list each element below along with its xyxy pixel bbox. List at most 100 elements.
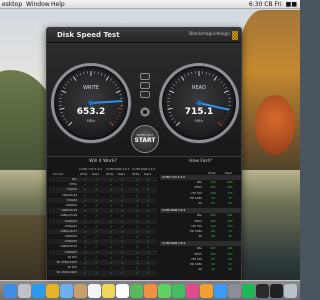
write-gauge-tick	[105, 76, 110, 81]
notes-icon[interactable]	[102, 284, 115, 298]
battery-icon[interactable]: ■■	[286, 0, 297, 9]
write-gauge: WRITE 653.2 MB/s	[51, 63, 131, 143]
calendar-icon[interactable]	[88, 284, 101, 298]
reminders-icon[interactable]	[116, 284, 129, 298]
write-fps-value: 36	[211, 234, 215, 239]
blackmagic-logo-icon	[232, 31, 238, 40]
settings-button-3[interactable]	[140, 91, 150, 98]
write-gauge-tick	[60, 94, 63, 96]
read-gauge-tick	[191, 71, 193, 75]
maps-icon[interactable]	[130, 284, 143, 298]
read-gauge-needle-hub	[196, 100, 202, 106]
col-header-yuv422: 10 Bit YUV 4:2:2	[79, 167, 102, 171]
dock	[0, 280, 300, 300]
write-fps-value: 55	[211, 200, 215, 205]
subcol-read-2: Read	[118, 172, 126, 176]
read-gauge-tick	[220, 81, 223, 84]
finder-icon[interactable]	[4, 284, 17, 298]
preferences-icon[interactable]	[228, 284, 241, 298]
write-gauge-tick	[104, 74, 106, 77]
write-gauge-tick	[109, 78, 112, 81]
how-fast-group: 10 Bit RGB 4:4:4 PAL 422 461 NTSC 350 383 HD 72…	[160, 208, 241, 239]
write-gauge-tick	[67, 81, 70, 84]
wallpaper-autumn-tree	[255, 95, 295, 155]
write-gauge-tick	[70, 78, 73, 81]
appstore-icon[interactable]	[214, 284, 227, 298]
format-header: Format	[53, 172, 63, 176]
read-fps-value: 60	[228, 200, 232, 205]
subcol-write-3: Write	[132, 172, 140, 176]
results-panel: Will it Work? How Fast? 10 Bit YUV 4:2:2…	[47, 156, 241, 286]
write-fps-value: 32	[211, 267, 215, 272]
read-gauge-tick	[184, 74, 186, 77]
write-gauge-tick	[72, 76, 77, 81]
read-gauge-tick	[213, 76, 218, 81]
how-fast-title: How Fast?	[189, 159, 212, 164]
read-gauge-tick	[223, 90, 229, 94]
checkmark-icon: ✓	[94, 270, 99, 276]
read-gauge-tick	[227, 94, 230, 96]
menu-desktop[interactable]: esktop	[2, 0, 22, 9]
title-bar[interactable]: Disk Speed Test Blackmagicdesign	[47, 28, 241, 43]
launchpad-icon[interactable]	[18, 284, 31, 298]
chrome-icon[interactable]	[46, 284, 59, 298]
clock-status[interactable]: 6:30 CB Fri	[249, 0, 282, 9]
write-gauge-dial	[59, 71, 123, 126]
write-gauge-tick	[79, 72, 82, 76]
how-fast-table: 10 Bit YUV 4:2:2 PAL 750 800 NTSC 635 695 HD 72…	[160, 175, 241, 274]
read-gauge: READ 715.1 MB/s	[159, 63, 239, 143]
read-gauge-tick	[205, 71, 207, 75]
write-gauge-tick	[119, 94, 122, 96]
write-gauge-label: WRITE	[82, 85, 100, 91]
table-row: 2K 55 60	[160, 201, 241, 206]
format-name: 2K	[198, 234, 202, 239]
mail-icon[interactable]	[60, 284, 73, 298]
read-gauge-tick	[169, 90, 175, 94]
col-header-rgb444-10: 10 Bit RGB 4:4:4	[106, 167, 130, 171]
col-header-rgb444-12: 12 Bit RGB 4:4:4	[132, 167, 156, 171]
messages-icon[interactable]	[158, 284, 171, 298]
trash-icon[interactable]	[284, 284, 297, 298]
write-speed-value: 653.2	[76, 107, 106, 117]
write-gauge-tick	[115, 90, 121, 94]
format-name: 4K 1556x1920	[56, 270, 77, 275]
disk-speed-test-window: Disk Speed Test Blackmagicdesign WRITE 6…	[46, 27, 242, 287]
ibooks-icon[interactable]	[200, 284, 213, 298]
safari-icon[interactable]	[32, 284, 45, 298]
terminal-icon[interactable]	[270, 284, 283, 298]
start-button[interactable]: SPEED TEST START	[131, 125, 159, 153]
checkmark-icon: ✓	[83, 270, 88, 276]
checkmark-icon: ✓	[109, 270, 114, 276]
write-gauge-tick	[112, 81, 115, 84]
brand-name: Blackmagicdesign	[189, 32, 230, 37]
settings-button-1[interactable]	[140, 73, 150, 80]
disk-speed-icon[interactable]	[256, 284, 269, 298]
table-row: 2K 32 35	[160, 267, 241, 272]
read-gauge-dial	[167, 71, 231, 126]
gauge-panel: WRITE 653.2 MB/s SPEED TEST START READ 7…	[47, 43, 241, 156]
settings-button-2[interactable]	[140, 82, 150, 89]
gear-icon[interactable]	[140, 107, 150, 117]
format-name: 2K	[198, 200, 202, 205]
how-fast-group: 10 Bit YUV 4:2:2 PAL 750 800 NTSC 635 695 HD 72…	[160, 175, 241, 206]
photos-icon[interactable]	[144, 284, 157, 298]
will-it-work-title: Will it Work?	[89, 159, 117, 164]
read-fps-value: 40	[228, 234, 232, 239]
spotify-icon[interactable]	[242, 284, 255, 298]
subcol-write-2: Write	[106, 172, 114, 176]
menu-help[interactable]: Help	[51, 0, 65, 9]
will-it-work-table: PAL ✓ ✓ ✓ ✓ ✓ ✓ NTSC ✓ ✓ ✓ ✓ ✓ ✓ 720p50 ✓ ✓ ✓ ✓ ✓ ✓ 720p59.94…	[49, 177, 157, 276]
menu-window[interactable]: Window	[26, 0, 50, 9]
checkmark-icon: ✓	[120, 270, 125, 276]
table-row: 2K 36 40	[160, 234, 241, 239]
read-gauge-tick	[208, 72, 211, 76]
write-gauge-tick	[97, 71, 99, 75]
read-speed-unit: MB/s	[194, 119, 204, 123]
contacts-icon[interactable]	[74, 284, 87, 298]
subcol-read-1: Read	[92, 172, 100, 176]
itunes-icon[interactable]	[186, 284, 199, 298]
facetime-icon[interactable]	[172, 284, 185, 298]
how-fast-group: 12 Bit RGB 4:4:4 PAL 367 401 NTSC 305 333 HD 72…	[160, 241, 241, 272]
checkmark-icon: ✓	[135, 270, 140, 276]
write-gauge-tick	[100, 72, 103, 76]
